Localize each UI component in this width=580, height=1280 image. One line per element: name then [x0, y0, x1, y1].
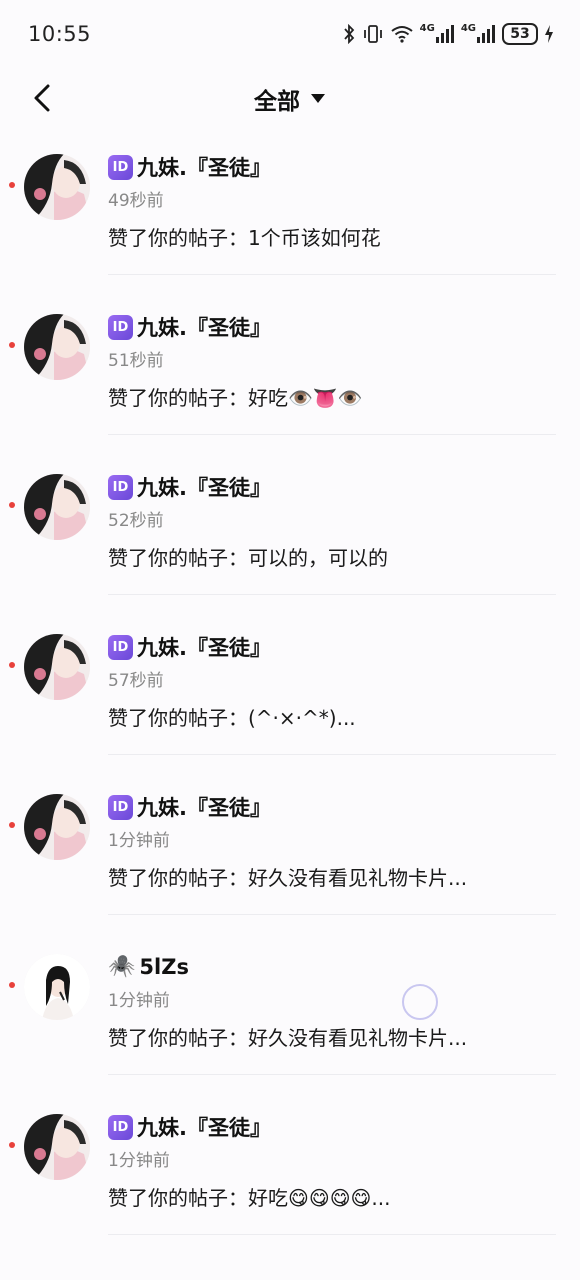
- page-title: 全部: [254, 89, 300, 115]
- timestamp: 1分钟前: [108, 1151, 170, 1171]
- avatar[interactable]: [24, 314, 90, 380]
- timestamp: 52秒前: [108, 511, 164, 531]
- signal-4g-icon: 4G: [460, 22, 496, 44]
- divider: [108, 1074, 556, 1075]
- unread-dot: [9, 502, 15, 508]
- caret-down-icon: [311, 94, 325, 103]
- divider: [108, 914, 556, 915]
- avatar[interactable]: [24, 474, 90, 540]
- avatar[interactable]: [24, 154, 90, 220]
- id-badge-icon: ID: [108, 314, 133, 340]
- user-name[interactable]: 九妹.『圣徒』: [137, 632, 271, 662]
- notification-item[interactable]: ID 九妹.『圣徒』 49秒前 赞了你的帖子：1个币该如何花: [0, 138, 580, 298]
- avatar[interactable]: [24, 794, 90, 860]
- back-button[interactable]: [24, 80, 60, 116]
- bluetooth-icon: [342, 24, 356, 44]
- unread-dot: [9, 662, 15, 668]
- filter-dropdown[interactable]: 全部: [254, 82, 326, 116]
- unread-dot: [9, 342, 15, 348]
- status-time: 10:55: [28, 22, 92, 46]
- battery-indicator: 53: [502, 23, 538, 45]
- notification-message[interactable]: 赞了你的帖子：1个币该如何花: [108, 222, 556, 251]
- id-badge-icon: ID: [108, 634, 133, 660]
- notification-item[interactable]: ID 九妹.『圣徒』 51秒前 赞了你的帖子：好吃👁️👅👁️: [0, 298, 580, 458]
- timestamp: 1分钟前: [108, 831, 170, 851]
- loading-spinner: [402, 984, 438, 1020]
- id-badge-icon: ID: [108, 794, 133, 820]
- signal-4g-icon: 4G: [419, 22, 455, 44]
- notification-item[interactable]: ID 九妹.『圣徒』 1分钟前 赞了你的帖子：好久没有看见礼物卡片...: [0, 778, 580, 938]
- divider: [108, 594, 556, 595]
- status-icons: 4G 4G 53: [342, 23, 554, 45]
- avatar[interactable]: [24, 954, 90, 1020]
- timestamp: 1分钟前: [108, 991, 170, 1011]
- unread-dot: [9, 822, 15, 828]
- notification-message[interactable]: 赞了你的帖子：好吃👁️👅👁️: [108, 382, 556, 411]
- user-name[interactable]: 九妹.『圣徒』: [137, 792, 271, 822]
- spider-icon: 🕷️: [108, 954, 136, 979]
- id-badge-icon: ID: [108, 474, 133, 500]
- id-badge-icon: ID: [108, 154, 133, 180]
- charging-icon: [544, 24, 554, 44]
- notification-item[interactable]: ID 九妹.『圣徒』 52秒前 赞了你的帖子：可以的，可以的: [0, 458, 580, 618]
- notification-message[interactable]: 赞了你的帖子：可以的，可以的: [108, 542, 556, 571]
- user-name[interactable]: 九妹.『圣徒』: [137, 472, 271, 502]
- notification-item[interactable]: ID 九妹.『圣徒』 57秒前 赞了你的帖子：(^·×·^*)...: [0, 618, 580, 778]
- notification-list: ID 九妹.『圣徒』 49秒前 赞了你的帖子：1个币该如何花 ID 九妹.『圣徒…: [0, 138, 580, 1258]
- notification-message[interactable]: 赞了你的帖子：(^·×·^*)...: [108, 702, 556, 731]
- timestamp: 57秒前: [108, 671, 164, 691]
- header: 全部: [0, 68, 580, 130]
- timestamp: 49秒前: [108, 191, 164, 211]
- vibrate-icon: [362, 24, 384, 44]
- notification-message[interactable]: 赞了你的帖子：好久没有看见礼物卡片...: [108, 1022, 556, 1051]
- divider: [108, 754, 556, 755]
- divider: [108, 274, 556, 275]
- network-label: 4G: [419, 22, 435, 34]
- user-name[interactable]: 九妹.『圣徒』: [137, 1112, 271, 1142]
- id-badge-icon: ID: [108, 1114, 133, 1140]
- notification-item[interactable]: 🕷️ 5lZs 1分钟前 赞了你的帖子：好久没有看见礼物卡片...: [0, 938, 580, 1098]
- chevron-left-icon: [34, 84, 50, 112]
- network-label: 4G: [460, 22, 476, 34]
- unread-dot: [9, 182, 15, 188]
- unread-dot: [9, 982, 15, 988]
- status-bar: 10:55 4G 4G 53: [0, 0, 580, 68]
- avatar[interactable]: [24, 1114, 90, 1180]
- wifi-icon: [390, 24, 414, 44]
- notification-message[interactable]: 赞了你的帖子：好吃😋😋😋😋...: [108, 1182, 556, 1211]
- timestamp: 51秒前: [108, 351, 164, 371]
- unread-dot: [9, 1142, 15, 1148]
- user-name[interactable]: 九妹.『圣徒』: [137, 152, 271, 182]
- user-name[interactable]: 5lZs: [139, 955, 189, 979]
- divider: [108, 1234, 556, 1235]
- notification-item[interactable]: ID 九妹.『圣徒』 1分钟前 赞了你的帖子：好吃😋😋😋😋...: [0, 1098, 580, 1258]
- divider: [108, 434, 556, 435]
- notification-message[interactable]: 赞了你的帖子：好久没有看见礼物卡片...: [108, 862, 556, 891]
- user-name[interactable]: 九妹.『圣徒』: [137, 312, 271, 342]
- avatar[interactable]: [24, 634, 90, 700]
